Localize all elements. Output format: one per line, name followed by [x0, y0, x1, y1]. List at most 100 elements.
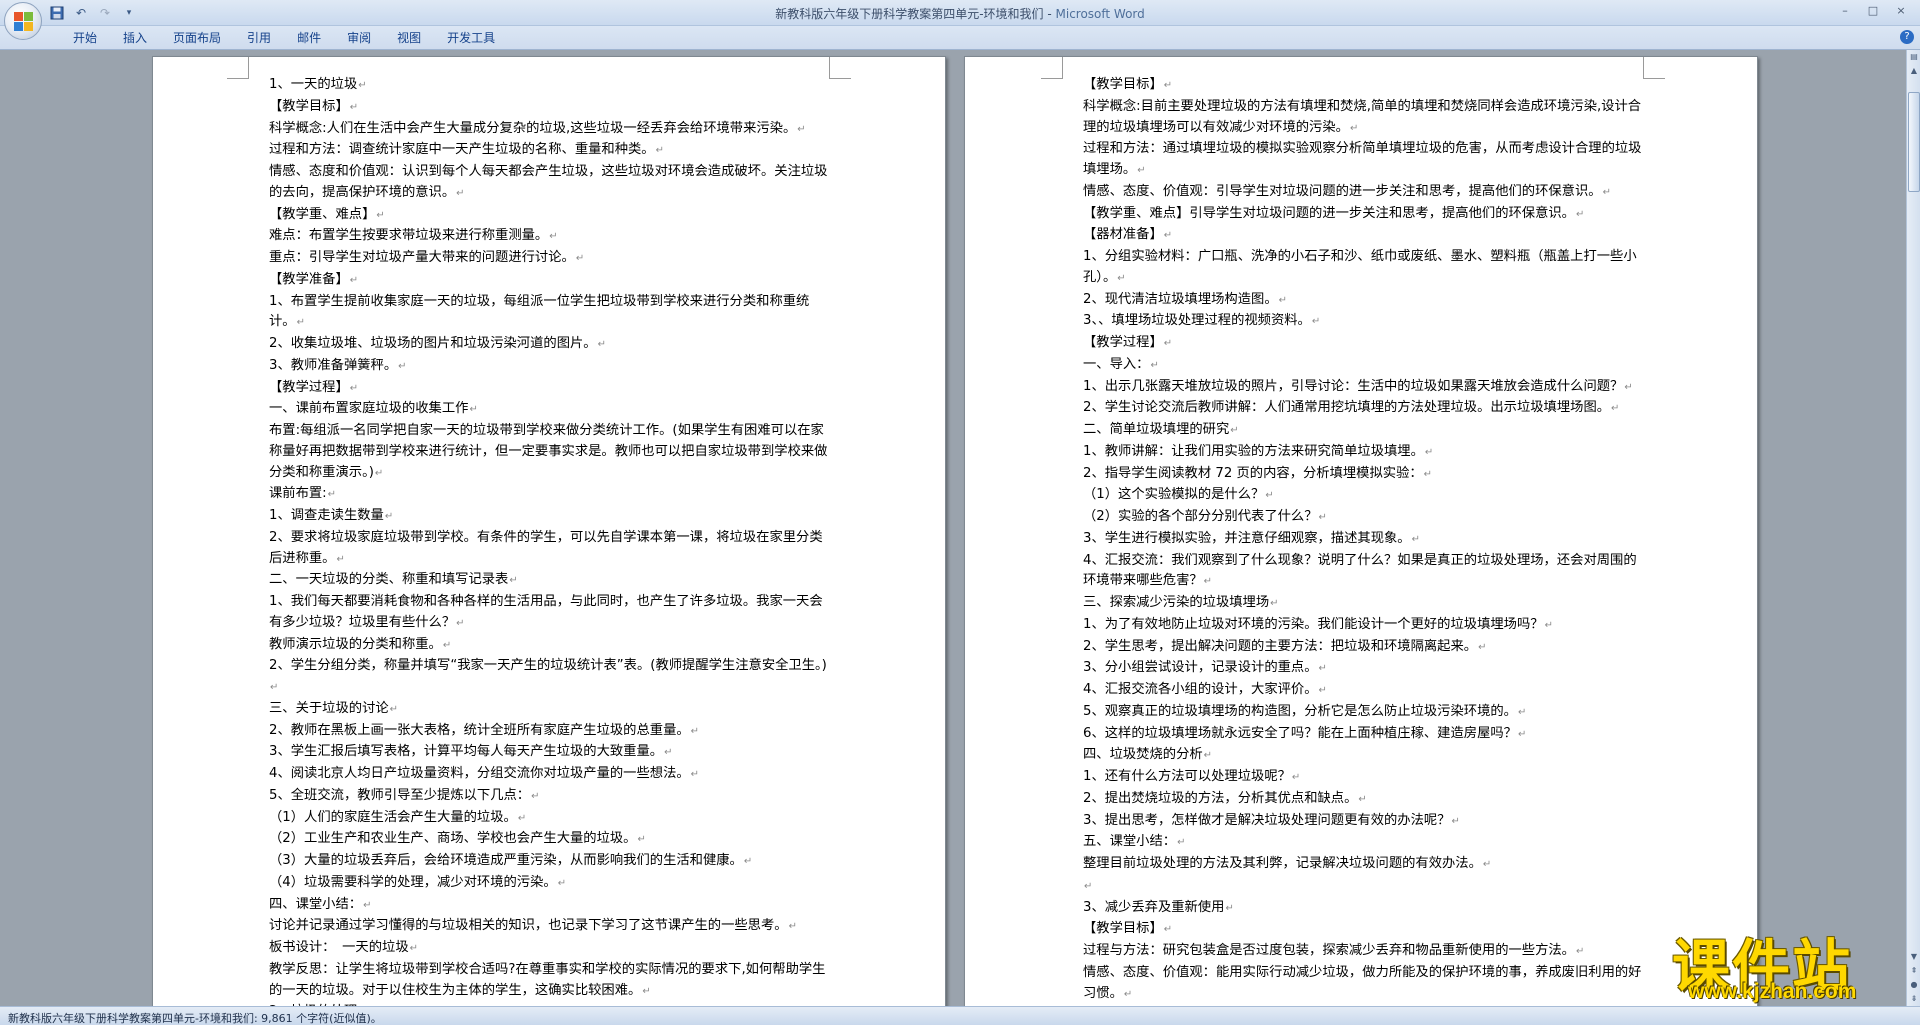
document-paragraph[interactable]: 三、关于垃圾的讨论↵ — [269, 699, 829, 721]
paragraph-mark-icon: ↵ — [1318, 685, 1327, 696]
document-paragraph[interactable]: 科学概念:人们在生活中会产生大量成分复杂的垃圾,这些垃圾一经丢弃会给环境带来污染… — [269, 119, 829, 141]
ribbon: 开始 插入 页面布局 引用 邮件 审阅 视图 开发工具 ? — [0, 26, 1920, 50]
document-paragraph[interactable]: 【教学过程】↵ — [269, 378, 829, 400]
document-paragraph[interactable]: （1）这个实验模拟的是什么？↵ — [1083, 485, 1648, 507]
document-paragraph[interactable]: 5、观察真正的垃圾填埋场的构造图，分析它是怎么防止垃圾污染环境的。↵ — [1083, 702, 1648, 724]
document-paragraph[interactable]: 2、学生讨论交流后教师讲解：人们通常用挖坑填埋的方法处理垃圾。出示垃圾填埋场图。… — [1083, 398, 1648, 420]
tab-home[interactable]: 开始 — [60, 30, 110, 46]
next-page-icon[interactable]: ⇟ — [1908, 992, 1920, 1006]
document-paragraph[interactable]: 1、出示几张露天堆放垃圾的照片，引导讨论：生活中的垃圾如果露天堆放会造成什么问题… — [1083, 377, 1648, 399]
document-paragraph[interactable]: 1、分组实验材料：广口瓶、洗净的小石子和沙、纸巾或废纸、墨水、塑料瓶（瓶盖上打一… — [1083, 247, 1648, 290]
document-paragraph[interactable]: 1、调查走读生数量↵ — [269, 506, 829, 528]
page-body-text[interactable]: 【教学目标】↵ 科学概念:目前主要处理垃圾的方法有填埋和焚烧,简单的填埋和焚烧同样… — [1083, 75, 1648, 1006]
tab-references[interactable]: 引用 — [234, 30, 284, 46]
document-page-left[interactable]: 1、一天的垃圾↵ 【教学目标】↵ 科学概念:人们在生活中会产生大量成分复杂的垃圾,这… — [152, 56, 946, 1006]
document-paragraph[interactable]: 过程与方法：研究包装盒是否过度包装，探索减少丢弃和物品重新使用的一些方法。↵ — [1083, 941, 1648, 963]
document-paragraph[interactable]: 6、这样的垃圾填埋场就永远安全了吗？能在上面种植庄稼、建造房屋吗？↵ — [1083, 724, 1648, 746]
document-paragraph[interactable]: 【教学过程】↵ — [1083, 333, 1648, 355]
tab-mailings[interactable]: 邮件 — [284, 30, 334, 46]
document-paragraph[interactable]: 二、简单垃圾填埋的研究↵ — [1083, 420, 1648, 442]
document-paragraph[interactable]: 1、一天的垃圾↵ — [269, 75, 829, 97]
document-paragraph[interactable]: 讨论并记录通过学习懂得的与垃圾相关的知识，也记录下学习了这节课产生的一些思考。↵ — [269, 916, 829, 938]
document-paragraph[interactable]: 一、导入：↵ — [1083, 355, 1648, 377]
tab-view[interactable]: 视图 — [384, 30, 434, 46]
office-button[interactable] — [4, 2, 42, 40]
document-paragraph[interactable]: 三、探索减少污染的垃圾填埋场↵ — [1083, 593, 1648, 615]
document-paragraph[interactable]: 4、阅读北京人均日产垃圾量资料，分组交流你对垃圾产量的一些想法。↵ — [269, 764, 829, 786]
document-paragraph[interactable]: 教师演示垃圾的分类和称重。↵ — [269, 635, 829, 657]
document-paragraph[interactable]: 3、分小组尝试设计，记录设计的重点。↵ — [1083, 658, 1648, 680]
document-paragraph[interactable]: 3、学生进行模拟实验，并注意仔细观察，描述其现象。↵ — [1083, 529, 1648, 551]
scroll-thumb[interactable] — [1908, 92, 1920, 192]
document-paragraph[interactable]: 1、教师讲解：让我们用实验的方法来研究简单垃圾填埋。↵ — [1083, 442, 1648, 464]
vertical-scrollbar[interactable]: ▤ ▲ ▼ ⇞ ● ⇟ — [1906, 50, 1920, 1006]
document-paragraph[interactable]: 5、全班交流，教师引导至少提炼以下几点：↵ — [269, 786, 829, 808]
document-paragraph[interactable]: 2、要求将垃圾家庭垃圾带到学校。有条件的学生，可以先自学课本第一课，将垃圾在家里… — [269, 528, 829, 571]
document-paragraph[interactable]: 一、课前布置家庭垃圾的收集工作↵ — [269, 399, 829, 421]
document-paragraph[interactable]: 【教学目标】↵ — [269, 97, 829, 119]
document-paragraph[interactable]: 【器材准备】↵ — [1083, 225, 1648, 247]
document-paragraph[interactable]: 情感、态度、价值观：引导学生对垃圾问题的进一步关注和思考，提高他们的环保意识。↵ — [1083, 182, 1648, 204]
document-paragraph[interactable]: 4、汇报交流：我们观察到了什么现象？说明了什么？如果是真正的垃圾处理场，还会对周… — [1083, 551, 1648, 594]
tab-developer[interactable]: 开发工具 — [434, 30, 508, 46]
document-paragraph[interactable]: 【教学重、难点】引导学生对垃圾问题的进一步关注和思考，提高他们的环保意识。↵ — [1083, 204, 1648, 226]
document-paragraph[interactable]: 过程和方法：通过填埋垃圾的模拟实验观察分析简单填埋垃圾的危害，从而考虑设计合理的… — [1083, 139, 1648, 182]
document-paragraph[interactable]: 二、一天垃圾的分类、称重和填写记录表↵ — [269, 570, 829, 592]
document-paragraph[interactable]: （3）大量的垃圾丢弃后，会给环境造成严重污染，从而影响我们的生活和健康。↵ — [269, 851, 829, 873]
document-paragraph[interactable]: 【教学重、难点】↵ — [269, 205, 829, 227]
document-paragraph[interactable]: 2、提出焚烧垃圾的方法，分析其优点和缺点。↵ — [1083, 789, 1648, 811]
document-paragraph[interactable]: 3、学生汇报后填写表格，计算平均每人每天产生垃圾的大致重量。↵ — [269, 742, 829, 764]
document-paragraph[interactable]: 课前布置:↵ — [269, 484, 829, 506]
document-paragraph[interactable]: （4）垃圾需要科学的处理，减少对环境的污染。↵ — [269, 873, 829, 895]
document-paragraph[interactable]: 2、学生分组分类，称量并填写“我家一天产生的垃圾统计表”表。(教师提醒学生注意安… — [269, 656, 829, 699]
document-paragraph[interactable]: 教学反思：让学生将垃圾带到学校合适吗?在尊重事实和学校的实际情况的要求下,如何帮… — [269, 960, 829, 1003]
document-paragraph[interactable]: 布置:每组派一名同学把自家一天的垃圾带到学校来做分类统计工作。(如果学生有困难可… — [269, 421, 829, 484]
document-paragraph[interactable]: 【教学目标】↵ — [1083, 75, 1648, 97]
ruler-toggle-icon[interactable]: ▤ — [1908, 50, 1920, 64]
document-paragraph[interactable]: 科学概念:目前主要处理垃圾的方法有填埋和焚烧,简单的填埋和焚烧同样会造成环境污染… — [1083, 97, 1648, 140]
document-paragraph[interactable]: 1、布置学生提前收集家庭一天的垃圾，每组派一位学生把垃圾带到学校来进行分类和称重… — [269, 292, 829, 335]
document-paragraph[interactable]: 情感、态度和价值观：认识到每个人每天都会产生垃圾，这些垃圾对环境会造成破坏。关注… — [269, 162, 829, 205]
document-paragraph[interactable]: 板书设计： 一天的垃圾↵ — [269, 938, 829, 960]
maximize-button[interactable]: □ — [1860, 2, 1886, 20]
document-paragraph[interactable]: （2）工业生产和农业生产、商场、学校也会产生大量的垃圾。↵ — [269, 829, 829, 851]
scroll-up-icon[interactable]: ▲ — [1908, 64, 1920, 78]
document-paragraph[interactable]: 3、教师准备弹簧秤。↵ — [269, 356, 829, 378]
document-paragraph[interactable]: 五、课堂小结：↵ — [1083, 832, 1648, 854]
document-paragraph[interactable]: 3、减少丢弃及重新使用↵ — [1083, 898, 1648, 920]
document-paragraph[interactable]: 3、提出思考，怎样做才是解决垃圾处理问题更有效的办法呢？↵ — [1083, 811, 1648, 833]
document-paragraph[interactable]: 难点：布置学生按要求带垃圾来进行称重测量。↵ — [269, 226, 829, 248]
minimize-button[interactable]: – — [1832, 2, 1858, 20]
document-paragraph[interactable]: 3、、填埋场垃圾处理过程的视频资料。↵ — [1083, 311, 1648, 333]
document-paragraph[interactable]: 四、垃圾焚烧的分析↵ — [1083, 745, 1648, 767]
document-paragraph[interactable]: 整理目前垃圾处理的方法及其利弊，记录解决垃圾问题的有效办法。↵ — [1083, 854, 1648, 876]
document-paragraph[interactable]: 1、还有什么方法可以处理垃圾呢？↵ — [1083, 767, 1648, 789]
document-paragraph[interactable]: 过程和方法：调查统计家庭中一天产生垃圾的名称、重量和种类。↵ — [269, 140, 829, 162]
document-paragraph[interactable]: 2、指导学生阅读教材 72 页的内容，分析填埋模拟实验：↵ — [1083, 464, 1648, 486]
document-paragraph[interactable]: 四、课堂小结：↵ — [269, 895, 829, 917]
document-paragraph[interactable]: ↵ — [1083, 876, 1648, 898]
document-paragraph[interactable]: 2、现代清洁垃圾填埋场构造图。↵ — [1083, 290, 1648, 312]
document-paragraph[interactable]: （2）实验的各个部分分别代表了什么？↵ — [1083, 507, 1648, 529]
document-paragraph[interactable]: 【教学准备】↵ — [269, 270, 829, 292]
help-icon[interactable]: ? — [1900, 30, 1914, 44]
document-paragraph[interactable]: 重点：引导学生对垃圾产量大带来的问题进行讨论。↵ — [269, 248, 829, 270]
page-body-text[interactable]: 1、一天的垃圾↵ 【教学目标】↵ 科学概念:人们在生活中会产生大量成分复杂的垃圾,这… — [269, 75, 829, 1006]
previous-page-icon[interactable]: ⇞ — [1908, 964, 1920, 978]
tab-review[interactable]: 审阅 — [334, 30, 384, 46]
document-paragraph[interactable]: 1、我们每天都要消耗食物和各种各样的生活用品，与此同时，也产生了许多垃圾。我家一… — [269, 592, 829, 635]
document-page-right[interactable]: 【教学目标】↵ 科学概念:目前主要处理垃圾的方法有填埋和焚烧,简单的填埋和焚烧同样… — [964, 56, 1758, 1006]
document-paragraph[interactable]: 2、学生思考，提出解决问题的主要方法：把垃圾和环境隔离起来。↵ — [1083, 637, 1648, 659]
document-paragraph[interactable]: 4、汇报交流各小组的设计，大家评价。↵ — [1083, 680, 1648, 702]
document-paragraph[interactable]: （1）人们的家庭生活会产生大量的垃圾。↵ — [269, 808, 829, 830]
close-button[interactable]: × — [1888, 2, 1914, 20]
tab-insert[interactable]: 插入 — [110, 30, 160, 46]
tab-page-layout[interactable]: 页面布局 — [160, 30, 234, 46]
select-browse-object-icon[interactable]: ● — [1908, 978, 1920, 992]
document-paragraph[interactable]: 2、收集垃圾堆、垃圾场的图片和垃圾污染河道的图片。↵ — [269, 334, 829, 356]
document-paragraph[interactable]: 1、为了有效地防止垃圾对环境的污染。我们能设计一个更好的垃圾填埋场吗？↵ — [1083, 615, 1648, 637]
document-paragraph[interactable]: 情感、态度、价值观：能用实际行动减少垃圾，做力所能及的保护环境的事，养成废旧利用… — [1083, 963, 1648, 1006]
document-paragraph[interactable]: 2、教师在黑板上画一张大表格，统计全班所有家庭产生垃圾的总重量。↵ — [269, 721, 829, 743]
document-paragraph[interactable]: 【教学目标】↵ — [1083, 919, 1648, 941]
scroll-down-icon[interactable]: ▼ — [1908, 950, 1920, 964]
